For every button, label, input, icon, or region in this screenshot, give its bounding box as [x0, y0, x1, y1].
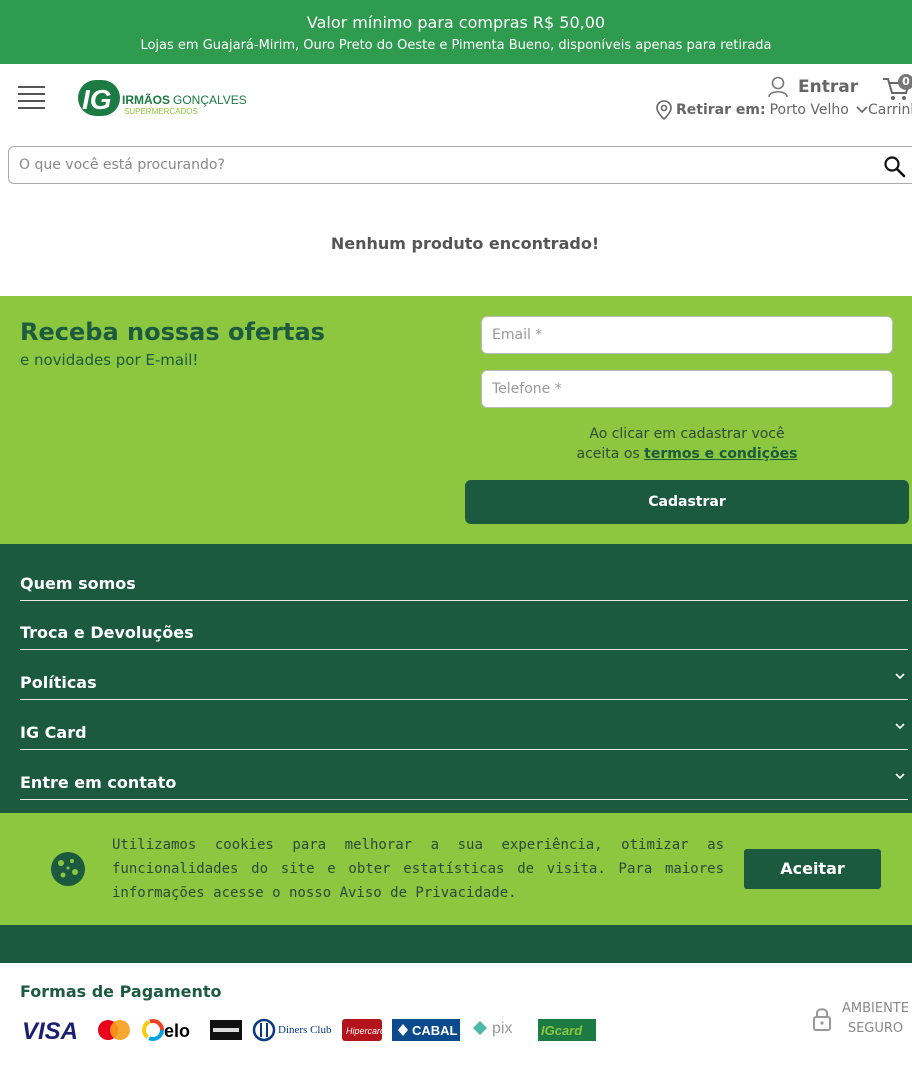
- footer-item-contato[interactable]: Entre em contato: [20, 750, 908, 800]
- terms-prefix: aceita os: [576, 446, 645, 462]
- terms-line1: Ao clicar em cadastrar você: [589, 426, 785, 442]
- secure-line2: SEGURO: [847, 1021, 904, 1036]
- cookie-icon: [51, 852, 85, 886]
- cabal-logo: CABAL: [392, 1019, 460, 1041]
- cookie-banner: Utilizamos cookies para melhorar a sua e…: [0, 813, 912, 925]
- payment-methods-section: Formas de Pagamento VISA elo Diners Club…: [0, 963, 912, 1075]
- terms-line2: aceita os termos e condições: [465, 444, 909, 464]
- footer-item-troca-devolucoes[interactable]: Troca e Devoluções: [20, 600, 908, 650]
- site-header: IG IRMÃOS GONÇALVES SUPERMERCADOS Entrar…: [0, 64, 912, 144]
- svg-text:Diners Club International: Diners Club International: [278, 1024, 332, 1036]
- newsletter-section: Receba nossas ofertas e novidades por E-…: [0, 296, 912, 544]
- svg-text:IGcard: IGcard: [541, 1023, 583, 1038]
- diners-club-logo: Diners Club International: [252, 1017, 332, 1043]
- amex-logo: [210, 1020, 242, 1040]
- no-results-message: Nenhum produto encontrado!: [330, 234, 600, 253]
- cookie-message: Utilizamos cookies para melhorar a sua e…: [112, 837, 724, 901]
- footer-item-politicas[interactable]: Políticas: [20, 650, 908, 700]
- footer-item-label: IG Card: [20, 723, 87, 742]
- cart-count-badge: 0: [898, 74, 912, 90]
- secure-line1: AMBIENTE: [842, 1001, 909, 1016]
- svg-text:CABAL: CABAL: [412, 1023, 458, 1038]
- brand-logo[interactable]: IG IRMÃOS GONÇALVES SUPERMERCADOS: [78, 78, 248, 118]
- location-pin-icon: [656, 100, 672, 120]
- secure-environment-badge: AMBIENTE SEGURO: [812, 999, 909, 1039]
- footer-item-ig-card[interactable]: IG Card: [20, 700, 908, 750]
- logo-name-light: GONÇALVES: [173, 93, 247, 107]
- chevron-down-icon: [895, 723, 905, 730]
- payment-logos: VISA elo Diners Club International Hiper…: [20, 1015, 606, 1045]
- accept-cookies-button[interactable]: Aceitar: [744, 849, 881, 889]
- chevron-down-icon: [895, 673, 905, 680]
- logo-sub: SUPERMERCADOS: [124, 107, 198, 116]
- minimum-order-notice: Valor mínimo para compras R$ 50,00: [306, 13, 606, 32]
- svg-text:elo: elo: [164, 1021, 190, 1041]
- cart-button[interactable]: 0 Carrinho: [868, 74, 912, 120]
- lock-icon: [813, 1008, 831, 1031]
- mastercard-logo: [96, 1017, 132, 1043]
- chevron-down-icon: [856, 106, 868, 114]
- visa-logo: VISA: [20, 1017, 86, 1043]
- menu-icon[interactable]: [18, 86, 45, 109]
- newsletter-title: Receba nossas ofertas: [20, 318, 325, 346]
- footer-item-label: Troca e Devoluções: [20, 623, 194, 642]
- terms-notice: Ao clicar em cadastrar você aceita os te…: [465, 424, 909, 464]
- user-icon: [768, 76, 788, 98]
- top-banner: Valor mínimo para compras R$ 50,00 Lojas…: [0, 0, 912, 64]
- pix-logo: pix: [470, 1017, 528, 1043]
- hipercard-logo: Hipercard: [342, 1019, 382, 1041]
- search-bar: [8, 146, 912, 184]
- search-icon[interactable]: [883, 155, 907, 179]
- elo-logo: elo: [142, 1017, 200, 1043]
- email-field[interactable]: [481, 316, 893, 354]
- logo-mark: IG: [82, 84, 112, 115]
- login-label: Entrar: [798, 77, 859, 97]
- search-input[interactable]: [19, 155, 859, 175]
- terms-link[interactable]: termos e condições: [644, 446, 797, 462]
- subscribe-button[interactable]: Cadastrar: [465, 480, 909, 524]
- payment-methods-title: Formas de Pagamento: [20, 982, 222, 1001]
- footer-item-quem-somos[interactable]: Quem somos: [20, 551, 908, 601]
- svg-text:pix: pix: [492, 1020, 512, 1037]
- pickup-city: Porto Velho: [769, 102, 849, 118]
- svg-text:Hipercard: Hipercard: [346, 1026, 382, 1036]
- footer-item-label: Entre em contato: [20, 773, 177, 792]
- footer-item-label: Políticas: [20, 673, 97, 692]
- igcard-logo: IGcard: [538, 1019, 596, 1041]
- phone-field[interactable]: [481, 370, 893, 408]
- pickup-stores-notice: Lojas em Guajará-Mirim, Ouro Preto do Oe…: [140, 38, 772, 53]
- newsletter-subtitle: e novidades por E-mail!: [20, 351, 199, 369]
- pickup-label: Retirar em:: [676, 102, 766, 118]
- chevron-down-icon: [895, 773, 905, 780]
- footer-item-label: Quem somos: [20, 574, 136, 593]
- cart-label: Carrinho: [868, 102, 912, 118]
- pickup-location-selector[interactable]: Retirar em: Porto Velho: [656, 100, 869, 120]
- logo-name-bold: IRMÃOS: [122, 92, 170, 107]
- login-link[interactable]: Entrar: [768, 72, 858, 102]
- svg-text:VISA: VISA: [22, 1018, 78, 1043]
